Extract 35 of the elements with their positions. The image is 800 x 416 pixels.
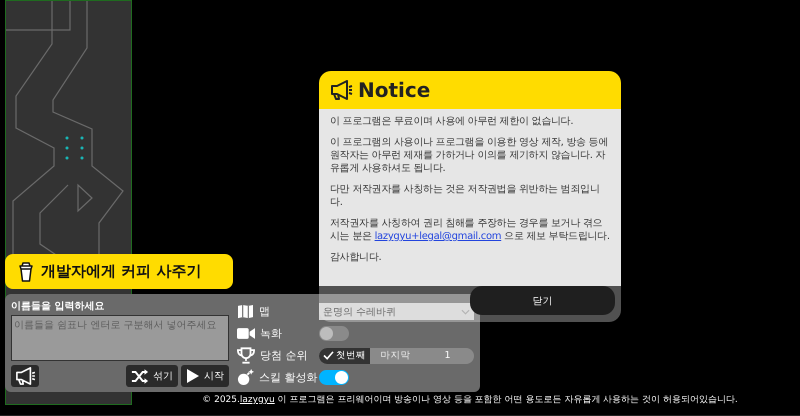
- dialog-title: Notice: [358, 78, 430, 102]
- trophy-icon: [237, 347, 255, 364]
- coffee-button[interactable]: 개발자에게 커피 사주기: [5, 254, 233, 289]
- email-link[interactable]: lazygyu+legal@gmail.com: [374, 231, 502, 242]
- setting-label: 스킬 활성화: [259, 370, 318, 385]
- close-button[interactable]: 닫기: [470, 286, 615, 315]
- megaphone-icon: [329, 80, 353, 100]
- setting-label: 당첨 순위: [260, 348, 308, 363]
- notice-paragraph: 감사합니다.: [330, 251, 382, 264]
- skill-toggle[interactable]: [319, 370, 349, 385]
- notice-paragraph: 저작권자를 사칭하여 권리 침해를 주장하는 경우를 보거나 겪으시는 분은 lazygyu+legal@gmail.com 으로 제보 부탁드립니다.: [330, 217, 611, 243]
- shuffle-icon: [131, 368, 149, 384]
- footer-text: © 2025.lazygyu 이 프로그램은 프리웨어이며 방송이나 영상 등을 포함한 어떤 용도로든 자유롭게 사용하는 것이 허용되어있습니다.: [202, 394, 738, 406]
- start-button[interactable]: 시작: [181, 365, 229, 387]
- map-icon: [237, 304, 254, 319]
- notice-paragraph: 이 프로그램의 사용이나 프로그램을 이용한 영상 제작, 방송 등에 원작자는 아무런 제재를 가하거나 이의를 제기하지 않습니다. 자유롭게 사용하셔도 됩니다.: [330, 136, 610, 175]
- bomb-icon: [237, 369, 254, 386]
- names-label: 이름들을 입력하세요: [11, 300, 106, 313]
- check-icon: [323, 351, 334, 360]
- notice-paragraph: 이 프로그램은 무료이며 사용에 아무런 제한이 없습니다.: [330, 115, 574, 128]
- play-icon: [186, 368, 200, 384]
- notice-button[interactable]: [11, 365, 39, 387]
- video-camera-icon: [237, 327, 255, 340]
- shuffle-button[interactable]: 섞기: [126, 365, 178, 387]
- setting-label: 맵: [259, 304, 270, 319]
- names-input-field[interactable]: 이름들을 쉼표나 엔터로 구분해서 넣어주세요: [11, 315, 229, 361]
- chevron-down-icon: [461, 308, 470, 314]
- megaphone-icon: [14, 367, 36, 385]
- coffee-cup-icon: [19, 262, 33, 282]
- recording-toggle[interactable]: [319, 326, 349, 341]
- setting-label: 녹화: [260, 326, 282, 341]
- author-link[interactable]: lazygyu: [240, 395, 275, 405]
- rank-option[interactable]: 첫번째: [319, 348, 370, 364]
- map-select[interactable]: 운명의 수레바퀴: [319, 303, 474, 320]
- notice-paragraph: 다만 저작권자를 사칭하는 것은 저작권법을 위반하는 범죄입니다.: [330, 183, 600, 209]
